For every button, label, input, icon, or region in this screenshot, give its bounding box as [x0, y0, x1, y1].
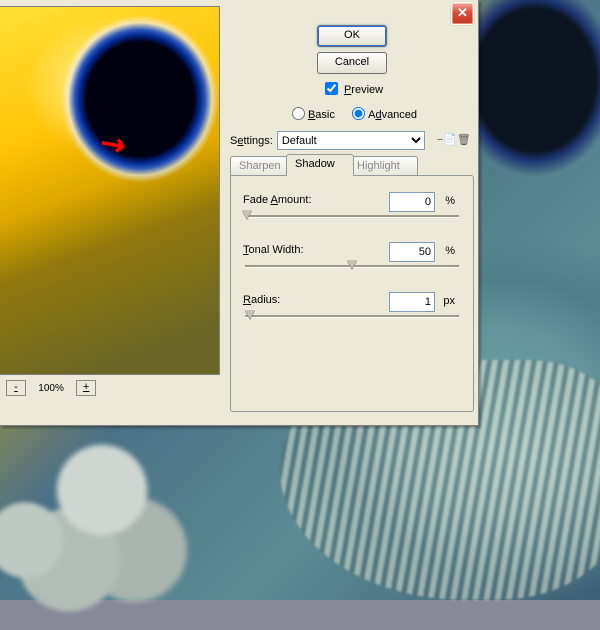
- radius-field: Radius: px: [243, 294, 461, 322]
- radius-unit: px: [443, 295, 455, 307]
- cancel-button[interactable]: Cancel: [317, 52, 387, 74]
- radius-slider[interactable]: [245, 310, 459, 322]
- radius-label: Radius:: [243, 294, 333, 306]
- tab-shadow[interactable]: Shadow: [286, 154, 354, 176]
- tab-strip: Sharpen Shadow Highlight: [230, 154, 474, 176]
- slider-thumb[interactable]: [347, 260, 357, 269]
- settings-label: Settings:: [230, 135, 273, 147]
- preview-checkbox[interactable]: [325, 82, 338, 95]
- tonal-width-slider[interactable]: [245, 260, 459, 272]
- tonal-width-input[interactable]: [389, 242, 435, 262]
- zoom-percent: 100%: [29, 383, 73, 396]
- settings-select[interactable]: Default: [277, 131, 425, 150]
- tonal-width-unit: %: [445, 245, 455, 257]
- fade-amount-field: Fade Amount: %: [243, 194, 461, 222]
- tonal-width-field: Tonal Width: %: [243, 244, 461, 272]
- save-preset-icon[interactable]: −📄: [437, 133, 453, 149]
- preview-label: Preview: [344, 84, 383, 96]
- tab-sharpen[interactable]: Sharpen: [230, 156, 290, 176]
- advanced-radio[interactable]: [352, 107, 365, 120]
- mode-row: Basic Advanced: [230, 104, 474, 121]
- close-button[interactable]: ✕: [451, 2, 474, 25]
- radius-input[interactable]: [389, 292, 435, 312]
- fade-amount-slider[interactable]: [245, 210, 459, 222]
- zoom-out-button[interactable]: -: [6, 380, 26, 396]
- slider-thumb[interactable]: [242, 210, 252, 219]
- preview-image: [0, 7, 219, 374]
- zoom-in-button[interactable]: +: [76, 380, 96, 396]
- fade-amount-input[interactable]: [389, 192, 435, 212]
- fade-amount-label: Fade Amount:: [243, 194, 333, 206]
- fade-amount-unit: %: [445, 195, 455, 207]
- tonal-width-label: Tonal Width:: [243, 244, 333, 256]
- shadow-panel: Fade Amount: % Tonal Width: % Radius: px: [230, 175, 474, 412]
- advanced-label: Advanced: [368, 109, 417, 121]
- smart-sharpen-dialog: ✕ ↘ - 100% + OK Cancel Preview Basic Adv…: [0, 0, 479, 426]
- tab-highlight[interactable]: Highlight: [348, 156, 418, 176]
- basic-radio[interactable]: [292, 107, 305, 120]
- preview-pane[interactable]: ↘: [0, 6, 220, 375]
- slider-thumb[interactable]: [245, 310, 255, 319]
- zoom-controls: - 100% +: [0, 380, 116, 396]
- delete-preset-icon[interactable]: 🗑: [457, 133, 473, 149]
- ok-button[interactable]: OK: [317, 25, 387, 47]
- basic-label: Basic: [308, 109, 335, 121]
